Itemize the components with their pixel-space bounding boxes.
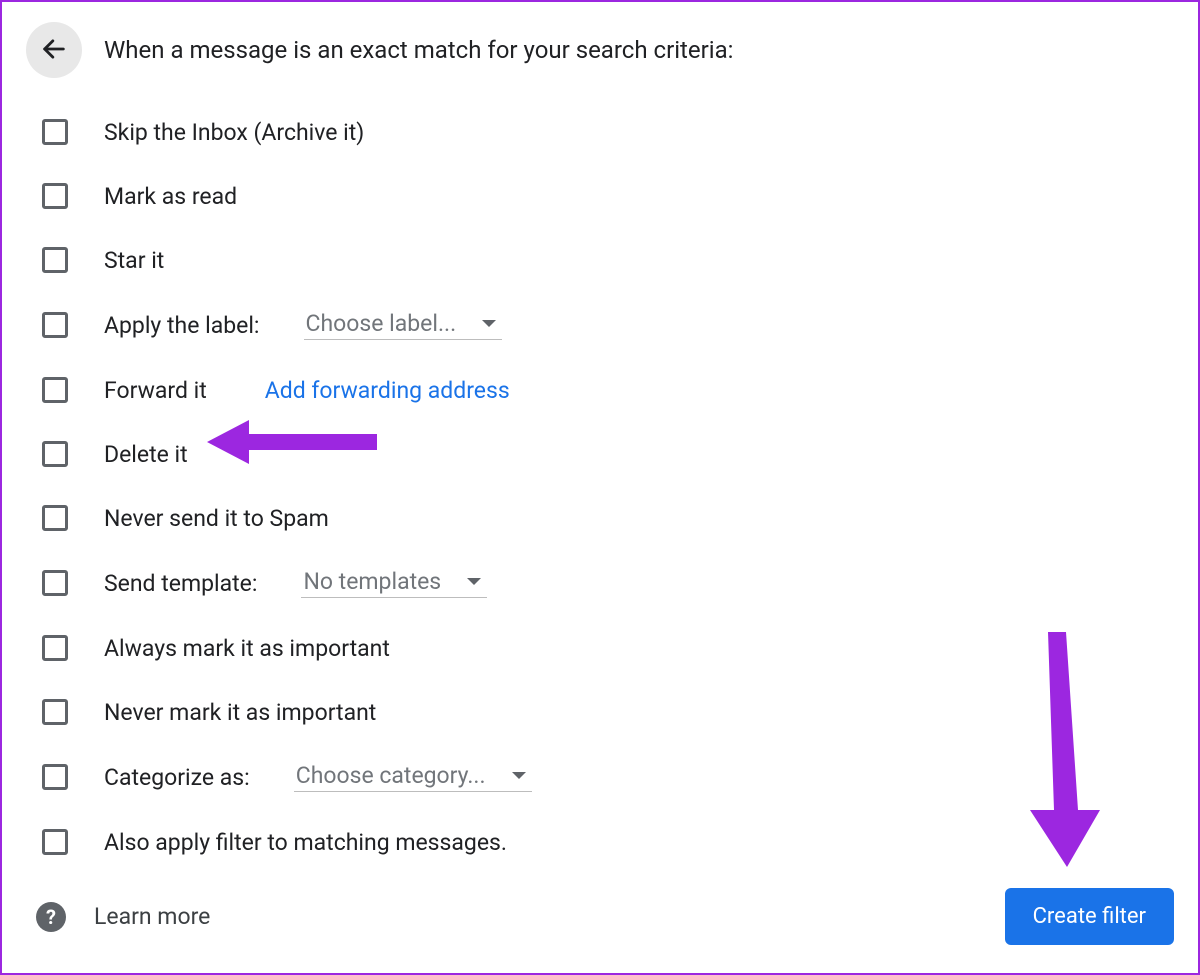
learn-more-wrap: ? Learn more xyxy=(36,902,210,932)
chevron-down-icon xyxy=(482,320,496,327)
option-label: Always mark it as important xyxy=(104,635,390,662)
option-label: Star it xyxy=(104,247,164,274)
chevron-down-icon xyxy=(467,578,481,585)
option-label: Apply the label: xyxy=(104,312,260,339)
option-skip-inbox: Skip the Inbox (Archive it) xyxy=(42,118,1174,146)
dialog-footer: ? Learn more Create filter xyxy=(36,888,1174,945)
label-dropdown[interactable]: Choose label... xyxy=(304,310,503,340)
dropdown-value: No templates xyxy=(303,568,441,595)
checkbox-send-template[interactable] xyxy=(42,570,68,596)
checkbox-always-important[interactable] xyxy=(42,635,68,661)
category-dropdown[interactable]: Choose category... xyxy=(294,762,532,792)
filter-options-list: Skip the Inbox (Archive it) Mark as read… xyxy=(26,118,1174,856)
dialog-heading: When a message is an exact match for you… xyxy=(104,36,733,64)
option-label: Categorize as: xyxy=(104,764,250,791)
option-send-template: Send template: No templates xyxy=(42,568,1174,598)
option-label: Delete it xyxy=(104,441,188,468)
dropdown-value: Choose category... xyxy=(296,762,486,789)
checkbox-delete-it[interactable] xyxy=(42,441,68,467)
template-dropdown[interactable]: No templates xyxy=(301,568,487,598)
add-forwarding-address-link[interactable]: Add forwarding address xyxy=(265,377,510,404)
option-star-it: Star it xyxy=(42,246,1174,274)
checkbox-never-important[interactable] xyxy=(42,699,68,725)
checkbox-apply-label[interactable] xyxy=(42,312,68,338)
checkbox-also-apply[interactable] xyxy=(42,829,68,855)
option-label: Forward it xyxy=(104,377,207,404)
option-forward-it: Forward it Add forwarding address xyxy=(42,376,1174,404)
option-always-important: Always mark it as important xyxy=(42,634,1174,662)
option-never-important: Never mark it as important xyxy=(42,698,1174,726)
chevron-down-icon xyxy=(512,772,526,779)
option-categorize: Categorize as: Choose category... xyxy=(42,762,1174,792)
checkbox-star-it[interactable] xyxy=(42,247,68,273)
create-filter-button[interactable]: Create filter xyxy=(1005,888,1174,945)
option-label: Never send it to Spam xyxy=(104,505,329,532)
back-button[interactable] xyxy=(26,22,82,78)
option-also-apply: Also apply filter to matching messages. xyxy=(42,828,1174,856)
filter-dialog: When a message is an exact match for you… xyxy=(0,0,1200,975)
option-apply-label: Apply the label: Choose label... xyxy=(42,310,1174,340)
checkbox-mark-read[interactable] xyxy=(42,183,68,209)
checkbox-never-spam[interactable] xyxy=(42,505,68,531)
option-delete-it: Delete it xyxy=(42,440,1174,468)
checkbox-forward-it[interactable] xyxy=(42,377,68,403)
checkbox-skip-inbox[interactable] xyxy=(42,119,68,145)
dialog-header: When a message is an exact match for you… xyxy=(26,22,1174,78)
dropdown-value: Choose label... xyxy=(306,310,457,337)
back-arrow-icon xyxy=(40,35,68,66)
option-label: Skip the Inbox (Archive it) xyxy=(104,119,364,146)
help-icon[interactable]: ? xyxy=(36,902,66,932)
checkbox-categorize[interactable] xyxy=(42,764,68,790)
option-never-spam: Never send it to Spam xyxy=(42,504,1174,532)
option-label: Send template: xyxy=(104,570,257,597)
option-mark-read: Mark as read xyxy=(42,182,1174,210)
option-label: Mark as read xyxy=(104,183,237,210)
option-label: Never mark it as important xyxy=(104,699,376,726)
learn-more-link[interactable]: Learn more xyxy=(94,903,210,930)
option-label: Also apply filter to matching messages. xyxy=(104,829,507,856)
